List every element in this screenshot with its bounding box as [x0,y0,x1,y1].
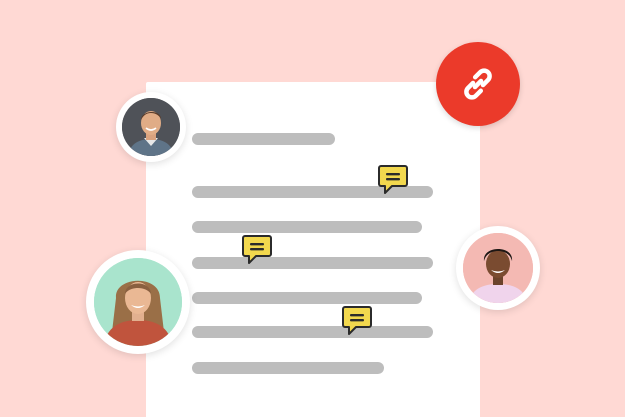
avatar-collaborator-3 [456,226,540,310]
avatar [463,233,533,303]
share-link-button[interactable] [436,42,520,126]
document-text-line [192,257,433,269]
avatar-collaborator-2 [86,250,190,354]
avatar-collaborator-1 [116,92,186,162]
document-text-line [192,133,335,145]
comment-icon [242,234,272,266]
avatar [122,98,180,156]
avatar [94,258,182,346]
document-text-line [192,362,384,374]
document-text-line [192,292,422,304]
comment-icon [342,305,372,337]
document-text-line [192,221,422,233]
comment-icon [378,164,408,196]
illustration-canvas [0,0,625,417]
link-icon [456,62,500,106]
document-text-line [192,326,433,338]
